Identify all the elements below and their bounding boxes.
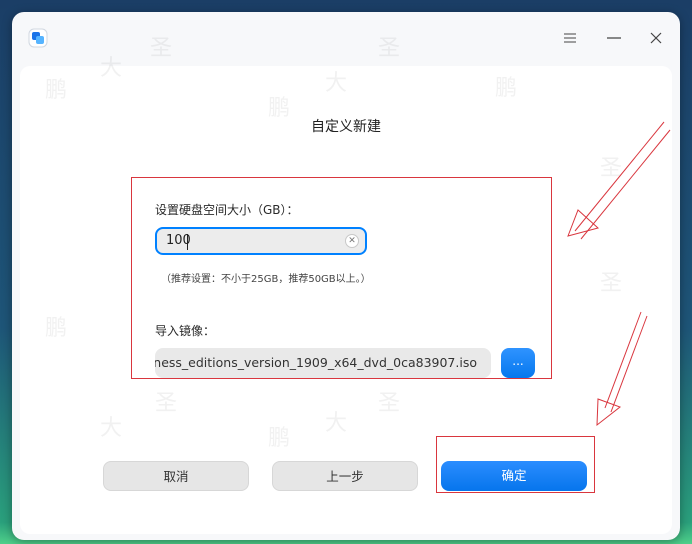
close-button[interactable] xyxy=(642,26,670,50)
minimize-button[interactable] xyxy=(600,26,628,50)
app-logo-icon xyxy=(28,28,48,48)
previous-button[interactable]: 上一步 xyxy=(272,461,418,491)
page-title: 自定义新建 xyxy=(311,119,381,135)
annotation-box-form xyxy=(131,177,552,379)
hamburger-icon xyxy=(564,33,576,43)
annotation-box-confirm xyxy=(436,436,595,493)
close-icon xyxy=(650,32,662,44)
minimize-icon xyxy=(607,37,621,39)
title-bar xyxy=(12,12,680,64)
menu-button[interactable] xyxy=(556,26,584,50)
cancel-button[interactable]: 取消 xyxy=(103,461,249,491)
